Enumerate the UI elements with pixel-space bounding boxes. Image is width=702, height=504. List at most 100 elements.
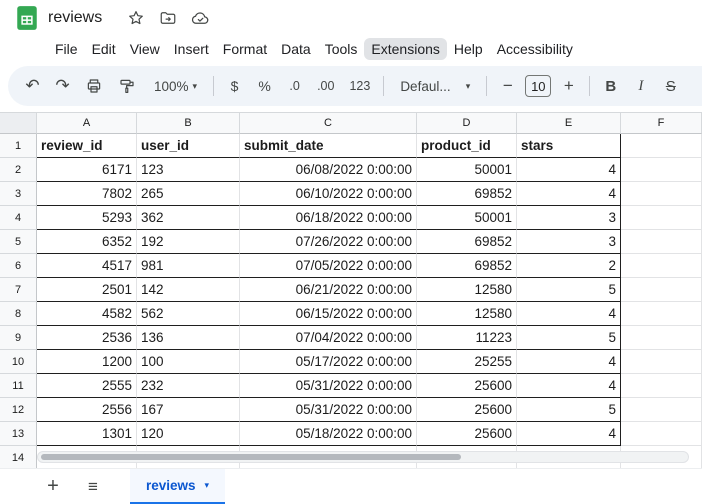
cell-E11[interactable]: 4 (517, 374, 621, 398)
cell-A13[interactable]: 1301 (37, 422, 137, 446)
menu-item-tools[interactable]: Tools (318, 38, 365, 60)
bold-button[interactable]: B (598, 73, 623, 99)
cell-B4[interactable]: 362 (137, 206, 240, 230)
strikethrough-button[interactable]: S (658, 73, 683, 99)
cell-B12[interactable]: 167 (137, 398, 240, 422)
cell-C11[interactable]: 05/31/2022 0:00:00 (240, 374, 417, 398)
cell-B5[interactable]: 192 (137, 230, 240, 254)
cell-C13[interactable]: 05/18/2022 0:00:00 (240, 422, 417, 446)
font-size-input[interactable]: 10 (525, 75, 551, 97)
cell-A1[interactable]: review_id (37, 134, 137, 158)
row-number-13[interactable]: 13 (0, 422, 37, 446)
menu-item-help[interactable]: Help (447, 38, 490, 60)
horizontal-scrollbar[interactable] (37, 451, 689, 463)
row-number-7[interactable]: 7 (0, 278, 37, 302)
cell-B1[interactable]: user_id (137, 134, 240, 158)
column-header-C[interactable]: C (240, 112, 417, 134)
font-select[interactable]: Defaul... ▾ (392, 73, 478, 99)
italic-button[interactable]: I (628, 73, 653, 99)
cell-F5[interactable] (621, 230, 702, 254)
cell-A7[interactable]: 2501 (37, 278, 137, 302)
cell-C7[interactable]: 06/21/2022 0:00:00 (240, 278, 417, 302)
cell-F11[interactable] (621, 374, 702, 398)
column-header-B[interactable]: B (137, 112, 240, 134)
row-number-2[interactable]: 2 (0, 158, 37, 182)
cell-A8[interactable]: 4582 (37, 302, 137, 326)
cell-D11[interactable]: 25600 (417, 374, 517, 398)
cell-F7[interactable] (621, 278, 702, 302)
undo-button[interactable]: ↶ (20, 73, 45, 99)
cell-F13[interactable] (621, 422, 702, 446)
row-number-1[interactable]: 1 (0, 134, 37, 158)
column-header-D[interactable]: D (417, 112, 517, 134)
select-all-corner[interactable] (0, 112, 37, 134)
cell-D13[interactable]: 25600 (417, 422, 517, 446)
menu-item-insert[interactable]: Insert (167, 38, 216, 60)
menu-item-view[interactable]: View (123, 38, 167, 60)
menu-item-data[interactable]: Data (274, 38, 318, 60)
sheets-logo-icon[interactable] (14, 5, 40, 31)
cell-B6[interactable]: 981 (137, 254, 240, 278)
paint-format-button[interactable] (113, 73, 141, 99)
increase-decimal-button[interactable]: .00 (312, 73, 339, 99)
percent-format-button[interactable]: % (252, 73, 277, 99)
cell-C9[interactable]: 07/04/2022 0:00:00 (240, 326, 417, 350)
cell-F4[interactable] (621, 206, 702, 230)
row-number-5[interactable]: 5 (0, 230, 37, 254)
decrease-font-size-button[interactable]: − (495, 73, 520, 99)
cell-A3[interactable]: 7802 (37, 182, 137, 206)
row-number-11[interactable]: 11 (0, 374, 37, 398)
cell-E1[interactable]: stars (517, 134, 621, 158)
cell-C12[interactable]: 05/31/2022 0:00:00 (240, 398, 417, 422)
menu-item-accessibility[interactable]: Accessibility (490, 38, 580, 60)
cell-B8[interactable]: 562 (137, 302, 240, 326)
cell-A10[interactable]: 1200 (37, 350, 137, 374)
column-header-E[interactable]: E (517, 112, 621, 134)
cell-F12[interactable] (621, 398, 702, 422)
cell-D3[interactable]: 69852 (417, 182, 517, 206)
cell-B7[interactable]: 142 (137, 278, 240, 302)
menu-item-edit[interactable]: Edit (85, 38, 123, 60)
cell-C8[interactable]: 06/15/2022 0:00:00 (240, 302, 417, 326)
cell-B9[interactable]: 136 (137, 326, 240, 350)
row-number-6[interactable]: 6 (0, 254, 37, 278)
cell-C6[interactable]: 07/05/2022 0:00:00 (240, 254, 417, 278)
row-number-4[interactable]: 4 (0, 206, 37, 230)
horizontal-scrollbar-thumb[interactable] (41, 454, 461, 460)
menu-item-file[interactable]: File (48, 38, 85, 60)
sheet-tab-reviews[interactable]: reviews ▾ (130, 469, 225, 504)
cell-A9[interactable]: 2536 (37, 326, 137, 350)
row-number-12[interactable]: 12 (0, 398, 37, 422)
cell-C10[interactable]: 05/17/2022 0:00:00 (240, 350, 417, 374)
cell-F8[interactable] (621, 302, 702, 326)
cell-D10[interactable]: 25255 (417, 350, 517, 374)
cell-D1[interactable]: product_id (417, 134, 517, 158)
cell-F9[interactable] (621, 326, 702, 350)
row-number-8[interactable]: 8 (0, 302, 37, 326)
decrease-decimal-button[interactable]: .0 (282, 73, 307, 99)
cell-F3[interactable] (621, 182, 702, 206)
sheet-tab-menu-icon[interactable]: ▾ (205, 480, 210, 491)
zoom-select[interactable]: 100% ▾ (146, 73, 205, 99)
redo-button[interactable]: ↷ (50, 73, 75, 99)
cell-A4[interactable]: 5293 (37, 206, 137, 230)
cell-A12[interactable]: 2556 (37, 398, 137, 422)
more-formats-button[interactable]: 123 (344, 73, 375, 99)
cell-E7[interactable]: 5 (517, 278, 621, 302)
add-sheet-button[interactable]: + (38, 472, 68, 502)
cell-B13[interactable]: 120 (137, 422, 240, 446)
column-header-F[interactable]: F (621, 112, 702, 134)
cell-E6[interactable]: 2 (517, 254, 621, 278)
cell-B2[interactable]: 123 (137, 158, 240, 182)
cell-F6[interactable] (621, 254, 702, 278)
cell-E4[interactable]: 3 (517, 206, 621, 230)
cell-D2[interactable]: 50001 (417, 158, 517, 182)
cell-F10[interactable] (621, 350, 702, 374)
document-title[interactable]: reviews (48, 9, 102, 27)
row-number-3[interactable]: 3 (0, 182, 37, 206)
cell-D6[interactable]: 69852 (417, 254, 517, 278)
cell-A6[interactable]: 4517 (37, 254, 137, 278)
cell-C3[interactable]: 06/10/2022 0:00:00 (240, 182, 417, 206)
cell-E2[interactable]: 4 (517, 158, 621, 182)
cell-D7[interactable]: 12580 (417, 278, 517, 302)
